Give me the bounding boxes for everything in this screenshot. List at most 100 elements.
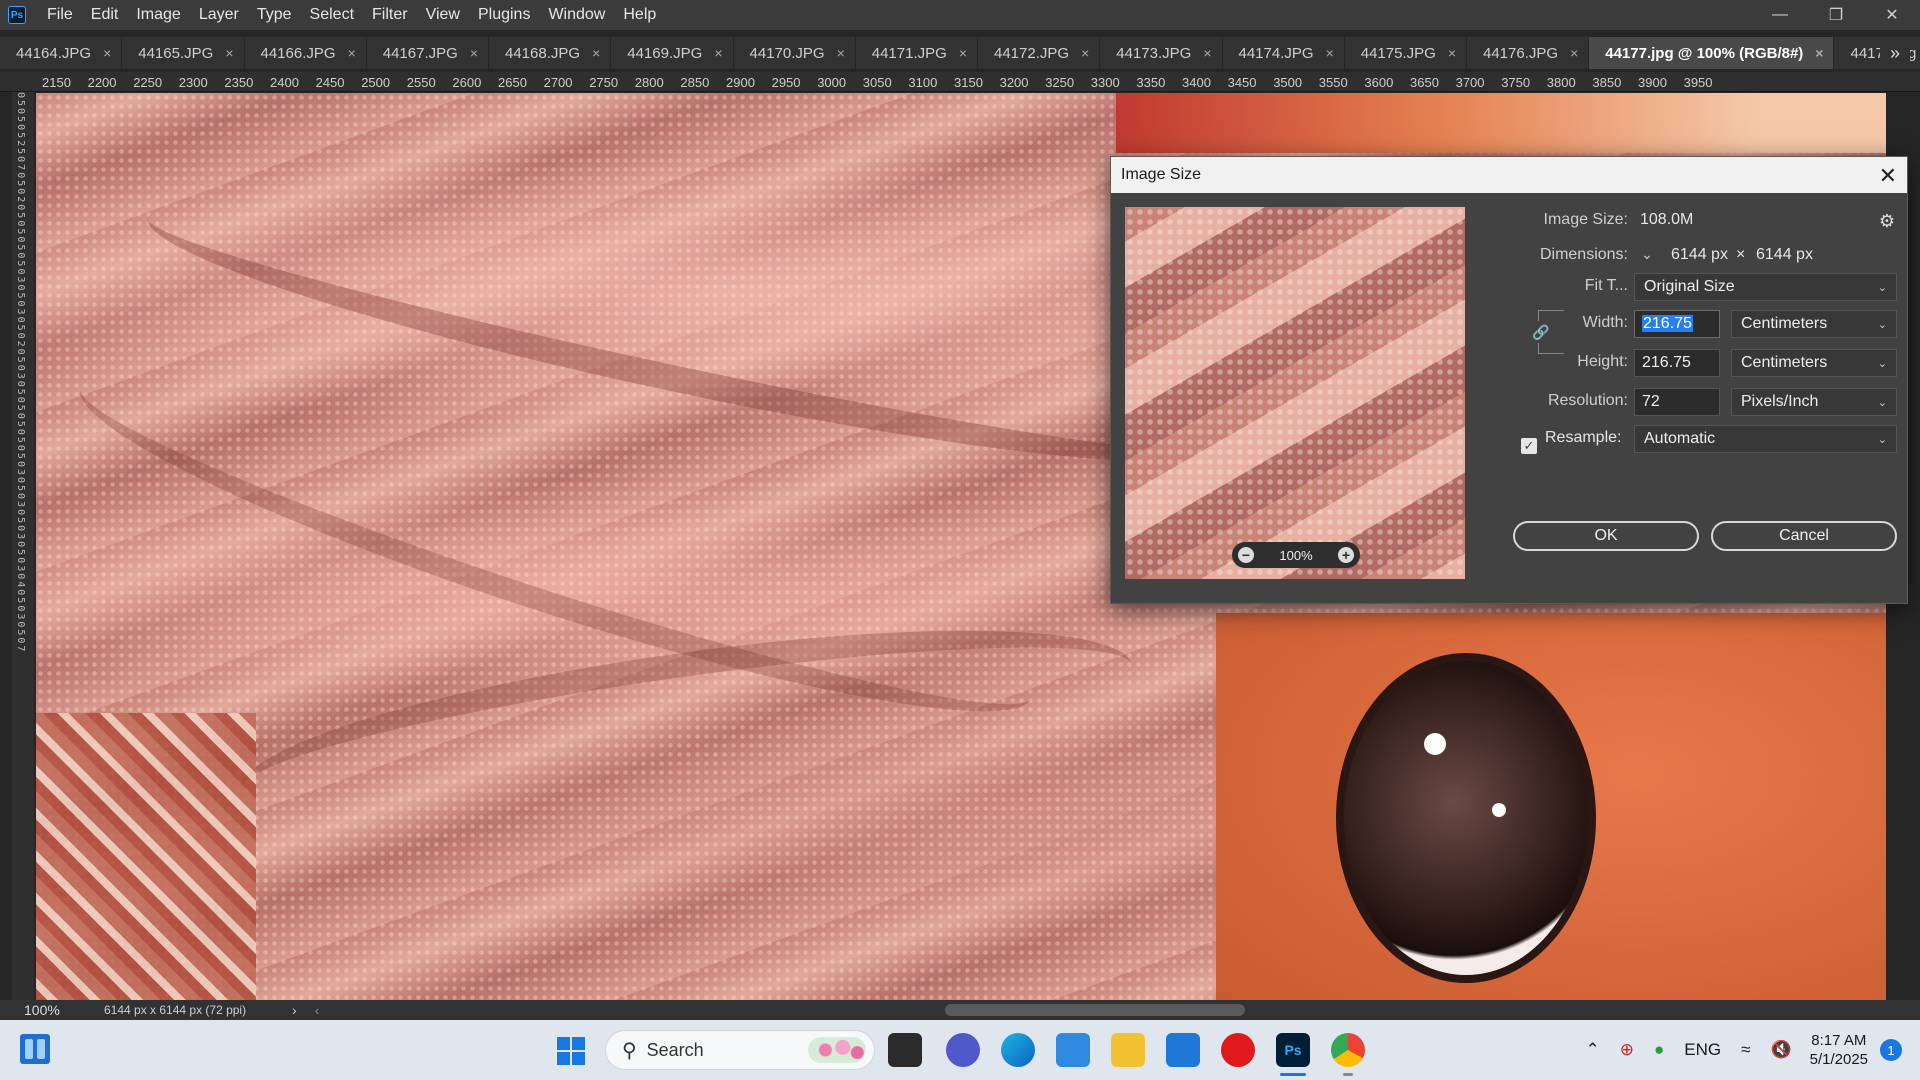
- width-label: Width:: [1582, 314, 1628, 331]
- tab-close-icon[interactable]: ×: [592, 45, 600, 61]
- tab-document[interactable]: 44164.JPG ×: [0, 37, 123, 69]
- cancel-button[interactable]: Cancel: [1711, 521, 1897, 551]
- tab-document[interactable]: 44169.JPG ×: [611, 37, 734, 69]
- width-unit-select[interactable]: Centimeters ⌄: [1731, 310, 1897, 338]
- tab-overflow-icon[interactable]: »: [1880, 37, 1910, 69]
- tab-document[interactable]: 44168.JPG ×: [489, 37, 612, 69]
- resolution-field[interactable]: 72: [1634, 388, 1720, 416]
- tab-document[interactable]: 44176.JPG ×: [1467, 37, 1590, 69]
- tab-document[interactable]: 44171.JPG ×: [855, 37, 978, 69]
- tab-close-icon[interactable]: ×: [1448, 45, 1456, 61]
- tab-document[interactable]: 44166.JPG ×: [244, 37, 367, 69]
- tab-label: 44173.JPG: [1116, 44, 1192, 62]
- ruler-tick-label: 2150: [42, 75, 71, 90]
- vpn-icon[interactable]: ⊕: [1620, 1040, 1634, 1060]
- ruler-tick-label: 3450: [1227, 75, 1257, 90]
- fabric-pattern: [36, 713, 256, 1000]
- tab-close-icon[interactable]: ×: [348, 45, 356, 61]
- ruler-tick-label: 2750: [589, 75, 619, 90]
- tab-close-icon[interactable]: ×: [1570, 45, 1578, 61]
- language-indicator[interactable]: ENG: [1684, 1040, 1721, 1060]
- ruler-tick-label: 3200: [999, 75, 1029, 90]
- ruler-tick-label: 2850: [680, 75, 710, 90]
- tab-close-icon[interactable]: ×: [225, 45, 233, 61]
- tab-close-icon[interactable]: ×: [1081, 45, 1089, 61]
- height-unit-select[interactable]: Centimeters ⌄: [1731, 349, 1897, 377]
- status-menu-arrow-icon[interactable]: ›: [292, 1002, 297, 1018]
- chevron-up-icon[interactable]: ⌃: [1585, 1040, 1599, 1060]
- clock[interactable]: 8:17 AM 5/1/2025: [1810, 1031, 1868, 1069]
- link-icon[interactable]: 🔗: [1532, 321, 1550, 343]
- tab-document[interactable]: 44173.JPG ×: [1100, 37, 1223, 69]
- eye-highlight: [1424, 733, 1446, 755]
- tab-document[interactable]: 44165.JPG ×: [122, 37, 245, 69]
- close-icon[interactable]: ✕: [1879, 163, 1897, 189]
- menu-select[interactable]: Select: [301, 0, 363, 30]
- search-icon: ⚲: [622, 1039, 637, 1062]
- volume-mute-icon[interactable]: 🔇: [1770, 1040, 1791, 1060]
- opera-icon[interactable]: [1221, 1033, 1255, 1067]
- menu-window[interactable]: Window: [539, 0, 614, 30]
- menu-type[interactable]: Type: [248, 0, 301, 30]
- close-window-icon[interactable]: ✕: [1864, 0, 1920, 30]
- teams-icon[interactable]: [946, 1033, 980, 1067]
- menu-edit[interactable]: Edit: [82, 0, 128, 30]
- chevron-down-icon[interactable]: ⌄: [1638, 245, 1656, 263]
- tab-label: 44177.jpg @ 100% (RGB/8#): [1605, 44, 1804, 62]
- tab-close-icon[interactable]: ×: [470, 45, 478, 61]
- width-field[interactable]: 216.75: [1634, 310, 1720, 338]
- tab-close-icon[interactable]: ×: [1815, 45, 1823, 61]
- fit-to-select[interactable]: Original Size ⌄: [1634, 273, 1897, 301]
- restore-icon[interactable]: ❐: [1808, 0, 1864, 30]
- menu-filter[interactable]: Filter: [363, 0, 417, 30]
- tab-close-icon[interactable]: ×: [837, 45, 845, 61]
- ruler-tick-label: 2350: [224, 75, 254, 90]
- menu-view[interactable]: View: [417, 0, 469, 30]
- file-explorer-icon[interactable]: [1111, 1033, 1145, 1067]
- tab-document[interactable]: 44172.JPG ×: [978, 37, 1101, 69]
- tab-document[interactable]: 44174.JPG ×: [1222, 37, 1345, 69]
- task-view-icon[interactable]: [888, 1033, 922, 1067]
- ruler-vertical-labels: 0505052507050205050505030503050205030505…: [15, 92, 26, 654]
- menu-file[interactable]: File: [38, 0, 82, 30]
- resample-checkbox[interactable]: ✓: [1521, 438, 1537, 454]
- resample-label: Resample:: [1545, 429, 1622, 446]
- tab-close-icon[interactable]: ×: [1326, 45, 1334, 61]
- tab-document[interactable]: 44167.JPG ×: [366, 37, 489, 69]
- menu-help[interactable]: Help: [614, 0, 665, 30]
- chrome-icon[interactable]: [1331, 1033, 1365, 1067]
- resample-select[interactable]: Automatic ⌄: [1634, 425, 1897, 453]
- tab-close-icon[interactable]: ×: [714, 45, 722, 61]
- menu-plugins[interactable]: Plugins: [469, 0, 539, 30]
- tab-close-icon[interactable]: ×: [1203, 45, 1211, 61]
- tab-close-icon[interactable]: ×: [103, 45, 111, 61]
- store-icon[interactable]: [1166, 1033, 1200, 1067]
- height-field[interactable]: 216.75: [1634, 349, 1720, 377]
- zoom-level[interactable]: 100%: [24, 1002, 104, 1018]
- snipping-tool-icon[interactable]: [1056, 1033, 1090, 1067]
- ok-button[interactable]: OK: [1513, 521, 1699, 551]
- tab-close-icon[interactable]: ×: [959, 45, 967, 61]
- gear-icon[interactable]: ⚙: [1879, 211, 1895, 232]
- menu-layer[interactable]: Layer: [190, 0, 248, 30]
- ruler-tick-label: 2550: [406, 75, 436, 90]
- height-value: 216.75: [1642, 354, 1691, 371]
- dialog-titlebar[interactable]: Image Size ✕: [1111, 157, 1907, 193]
- ruler-tick-label: 2500: [361, 75, 391, 90]
- resolution-unit-select[interactable]: Pixels/Inch ⌄: [1731, 388, 1897, 416]
- edge-icon[interactable]: [1001, 1033, 1035, 1067]
- menu-image[interactable]: Image: [127, 0, 189, 30]
- network-globe-icon[interactable]: ●: [1654, 1040, 1664, 1060]
- tab-document[interactable]: 44170.JPG ×: [733, 37, 856, 69]
- minimize-icon[interactable]: —: [1752, 0, 1808, 30]
- photoshop-icon[interactable]: Ps: [1276, 1033, 1310, 1067]
- scroll-left-icon[interactable]: ‹: [315, 1002, 320, 1018]
- taskbar-search[interactable]: ⚲ Search: [605, 1030, 875, 1070]
- tab-active-document[interactable]: 44177.jpg @ 100% (RGB/8#) ×: [1589, 37, 1835, 69]
- start-icon[interactable]: [557, 1037, 585, 1065]
- horizontal-scrollbar[interactable]: [945, 1004, 1245, 1016]
- tab-document[interactable]: 44175.JPG ×: [1344, 37, 1467, 69]
- notification-badge[interactable]: 1: [1880, 1039, 1902, 1061]
- widgets-icon[interactable]: [20, 1034, 50, 1064]
- wifi-icon[interactable]: ≈: [1741, 1040, 1750, 1060]
